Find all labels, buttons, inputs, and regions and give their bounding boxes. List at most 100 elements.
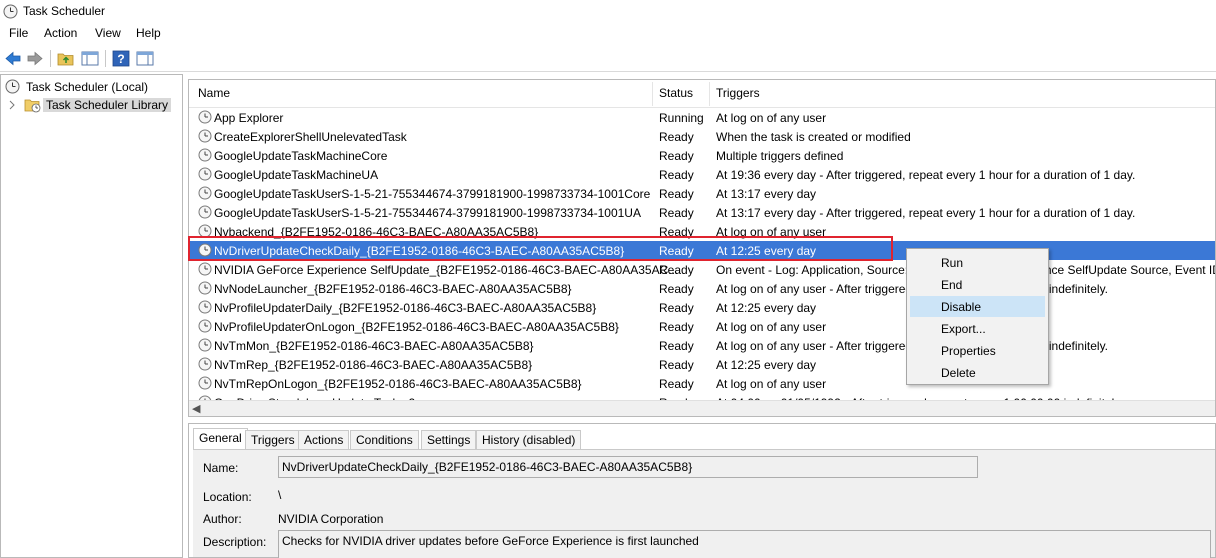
task-row[interactable]: GoogleUpdateTaskMachineCore Ready Multiple… bbox=[189, 146, 1215, 165]
tab-triggers[interactable]: Triggers bbox=[245, 430, 301, 450]
task-name: App Explorer bbox=[214, 111, 284, 125]
menu-action[interactable]: Action bbox=[44, 26, 77, 40]
horizontal-scrollbar[interactable]: ◀ bbox=[189, 400, 1215, 416]
description-field[interactable]: Checks for NVIDIA driver updates before … bbox=[278, 530, 1211, 558]
task-row[interactable]: NvTmRep_{B2FE1952-0186-46C3-BAEC-A80AA35… bbox=[189, 355, 1215, 374]
task-status: Ready bbox=[659, 339, 694, 353]
task-clock-icon bbox=[198, 224, 212, 238]
forward-arrow-icon[interactable] bbox=[26, 50, 44, 67]
task-row[interactable]: NvProfileUpdaterDaily_{B2FE1952-0186-46C… bbox=[189, 298, 1215, 317]
task-name: NvNodeLauncher_{B2FE1952-0186-46C3-BAEC-… bbox=[214, 282, 572, 296]
task-row[interactable]: Nvbackend_{B2FE1952-0186-46C3-BAEC-A80AA… bbox=[189, 222, 1215, 241]
context-menu-delete[interactable]: Delete bbox=[910, 362, 1045, 383]
toolbar-separator bbox=[50, 50, 51, 67]
task-name: NvDriverUpdateCheckDaily_{B2FE1952-0186-… bbox=[214, 244, 625, 258]
tab-general[interactable]: General bbox=[193, 428, 248, 450]
menu-file[interactable]: File bbox=[9, 26, 28, 40]
show-hide-console-tree-icon[interactable] bbox=[81, 50, 99, 67]
title-bar: Task Scheduler bbox=[0, 0, 1216, 23]
back-arrow-icon[interactable] bbox=[4, 50, 22, 67]
task-row[interactable]: NvProfileUpdaterOnLogon_{B2FE1952-0186-4… bbox=[189, 317, 1215, 336]
tree-item-root[interactable]: Task Scheduler (Local) bbox=[3, 78, 181, 96]
task-row[interactable]: CreateExplorerShellUnelevatedTask Ready Wh… bbox=[189, 127, 1215, 146]
tab-conditions[interactable]: Conditions bbox=[350, 430, 419, 450]
context-menu-end-label: End bbox=[941, 278, 963, 292]
task-clock-icon bbox=[198, 281, 212, 295]
chevron-right-icon[interactable] bbox=[8, 100, 16, 110]
task-trigger: At 12:25 every day bbox=[716, 244, 817, 258]
task-name: NvProfileUpdaterDaily_{B2FE1952-0186-46C… bbox=[214, 301, 597, 315]
context-menu-export[interactable]: Export... bbox=[910, 318, 1045, 339]
help-icon[interactable]: ? bbox=[112, 50, 130, 67]
task-status: Ready bbox=[659, 187, 694, 201]
task-status: Ready bbox=[659, 168, 694, 182]
context-menu-run[interactable]: Run bbox=[910, 252, 1045, 273]
task-name: GoogleUpdateTaskUserS-1-5-21-755344674-3… bbox=[214, 187, 651, 201]
task-clock-icon bbox=[198, 110, 212, 124]
task-row[interactable]: NVIDIA GeForce Experience SelfUpdate_{B2… bbox=[189, 260, 1215, 279]
column-header-status[interactable]: Status bbox=[659, 86, 693, 100]
task-trigger: At 12:25 every day bbox=[716, 301, 817, 315]
task-status: Ready bbox=[659, 149, 694, 163]
task-row[interactable]: NvDriverUpdateCheckDaily_{B2FE1952-0186-… bbox=[189, 241, 1215, 260]
task-row[interactable]: GoogleUpdateTaskUserS-1-5-21-755344674-3… bbox=[189, 184, 1215, 203]
task-row[interactable]: NvNodeLauncher_{B2FE1952-0186-46C3-BAEC-… bbox=[189, 279, 1215, 298]
task-trigger: When the task is created or modified bbox=[716, 130, 911, 144]
tab-actions[interactable]: Actions bbox=[298, 430, 350, 450]
context-menu-properties[interactable]: Properties bbox=[910, 340, 1045, 361]
scroll-left-icon[interactable]: ◀ bbox=[192, 402, 200, 415]
name-label: Name: bbox=[203, 461, 239, 475]
name-field[interactable]: NvDriverUpdateCheckDaily_{B2FE1952-0186-… bbox=[278, 456, 978, 478]
task-clock-icon bbox=[198, 319, 212, 333]
column-header-triggers[interactable]: Triggers bbox=[716, 86, 760, 100]
task-clock-icon bbox=[198, 186, 212, 200]
column-header-name[interactable]: Name bbox=[198, 86, 230, 100]
task-trigger: Multiple triggers defined bbox=[716, 149, 844, 163]
show-action-pane-icon[interactable] bbox=[136, 50, 154, 67]
task-name: NvProfileUpdaterOnLogon_{B2FE1952-0186-4… bbox=[214, 320, 619, 334]
task-trigger: At log on of any user bbox=[716, 320, 827, 334]
task-status: Ready bbox=[659, 377, 694, 391]
task-row[interactable]: NvTmMon_{B2FE1952-0186-46C3-BAEC-A80AA35… bbox=[189, 336, 1215, 355]
menu-view[interactable]: View bbox=[95, 26, 121, 40]
task-row[interactable]: App Explorer Running At log on of any user bbox=[189, 108, 1215, 127]
menu-help[interactable]: Help bbox=[136, 26, 161, 40]
task-status: Running bbox=[659, 111, 704, 125]
task-trigger: At 12:25 every day bbox=[716, 358, 817, 372]
task-clock-icon bbox=[198, 338, 212, 352]
task-trigger: At log on of any user bbox=[716, 225, 827, 239]
toolbar-separator bbox=[105, 50, 106, 67]
task-status: Ready bbox=[659, 130, 694, 144]
task-clock-icon bbox=[198, 300, 212, 314]
task-clock-icon bbox=[198, 205, 212, 219]
task-row[interactable]: NvTmRepOnLogon_{B2FE1952-0186-46C3-BAEC-… bbox=[189, 374, 1215, 393]
context-menu-properties-label: Properties bbox=[941, 344, 996, 358]
task-clock-icon bbox=[198, 357, 212, 371]
task-name: Nvbackend_{B2FE1952-0186-46C3-BAEC-A80AA… bbox=[214, 225, 539, 239]
clock-icon bbox=[5, 79, 20, 94]
column-divider[interactable] bbox=[652, 82, 653, 106]
column-headers: Name Status Triggers bbox=[189, 80, 1215, 108]
context-menu-end[interactable]: End bbox=[910, 274, 1045, 295]
tab-settings[interactable]: Settings bbox=[421, 430, 477, 450]
tree-root-label: Task Scheduler (Local) bbox=[26, 80, 149, 94]
location-label: Location: bbox=[203, 490, 252, 504]
task-trigger: At log on of any user bbox=[716, 111, 827, 125]
tab-history[interactable]: History (disabled) bbox=[476, 430, 582, 450]
context-menu-disable[interactable]: Disable bbox=[910, 296, 1045, 317]
task-row[interactable]: GoogleUpdateTaskMachineUA Ready At 19:36 e… bbox=[189, 165, 1215, 184]
task-status: Ready bbox=[659, 282, 694, 296]
context-menu-disable-label: Disable bbox=[941, 300, 982, 314]
console-tree: Task Scheduler (Local) Task Scheduler Li… bbox=[0, 74, 183, 558]
task-clock-icon bbox=[198, 167, 212, 181]
up-folder-icon[interactable] bbox=[57, 50, 75, 67]
task-status: Ready bbox=[659, 206, 694, 220]
general-tab-body: Name: NvDriverUpdateCheckDaily_{B2FE1952… bbox=[193, 449, 1215, 558]
task-clock-icon bbox=[198, 243, 212, 257]
context-menu-run-label: Run bbox=[941, 256, 964, 270]
task-trigger: At log on of any user bbox=[716, 377, 827, 391]
tree-item-library[interactable]: Task Scheduler Library bbox=[3, 96, 181, 114]
task-list: Name Status Triggers App Explorer Running… bbox=[188, 79, 1216, 417]
task-row[interactable]: GoogleUpdateTaskUserS-1-5-21-755344674-3… bbox=[189, 203, 1215, 222]
column-divider[interactable] bbox=[709, 82, 710, 106]
